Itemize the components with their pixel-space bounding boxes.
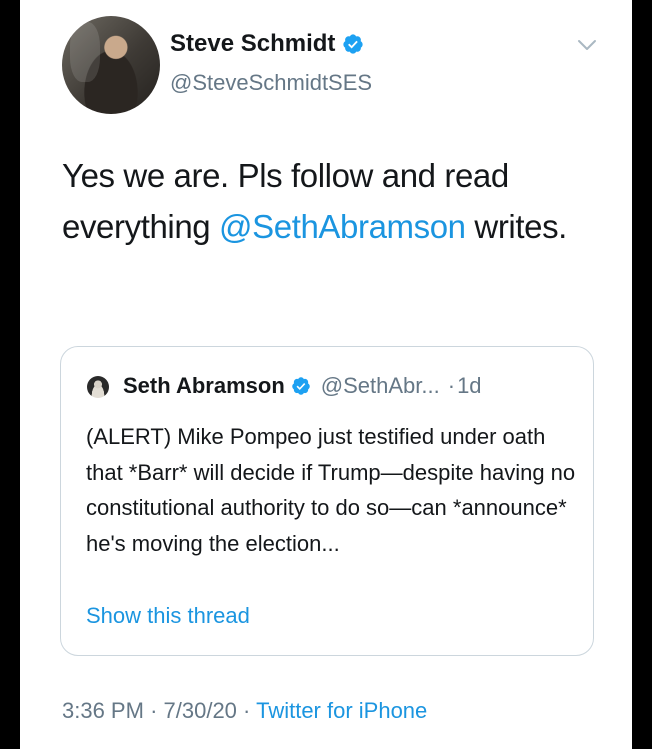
author-avatar[interactable] [62, 16, 160, 114]
tweet-date: 7/30/20 [163, 698, 237, 723]
quoted-author-avatar [87, 376, 109, 398]
tweet-meta: 3:36 PM · 7/30/20 · Twitter for iPhone [62, 698, 427, 724]
quoted-tweet[interactable]: Seth Abramson @SethAbr... · 1d (ALERT) M… [60, 346, 594, 656]
quoted-header: Seth Abramson @SethAbr... · 1d [123, 373, 482, 399]
tweet-time: 3:36 PM [62, 698, 144, 723]
mention-link[interactable]: @SethAbramson [219, 208, 466, 245]
meta-separator: · [150, 698, 158, 723]
verified-badge-icon [292, 377, 310, 395]
tweet-card: Steve Schmidt @SteveSchmidtSES Yes we ar… [20, 0, 632, 749]
meta-separator: · [243, 698, 251, 723]
quoted-age: 1d [457, 373, 482, 398]
quoted-handle: @SethAbr... [320, 373, 440, 398]
verified-badge-icon [343, 34, 364, 54]
chevron-down-icon[interactable] [577, 38, 597, 52]
quoted-separator: · [447, 373, 456, 398]
author-display-name[interactable]: Steve Schmidt [170, 30, 335, 58]
quoted-display-name: Seth Abramson [123, 373, 285, 398]
author-handle[interactable]: @SteveSchmidtSES [170, 70, 372, 96]
tweet-text: Yes we are. Pls follow and read everythi… [62, 150, 602, 252]
quoted-text: (ALERT) Mike Pompeo just testified under… [86, 424, 576, 556]
show-thread-link[interactable]: Show this thread [86, 603, 250, 629]
tweet-source-link[interactable]: Twitter for iPhone [256, 698, 427, 723]
tweet-text-part: writes. [465, 208, 567, 245]
author-name-row: Steve Schmidt [170, 30, 364, 58]
